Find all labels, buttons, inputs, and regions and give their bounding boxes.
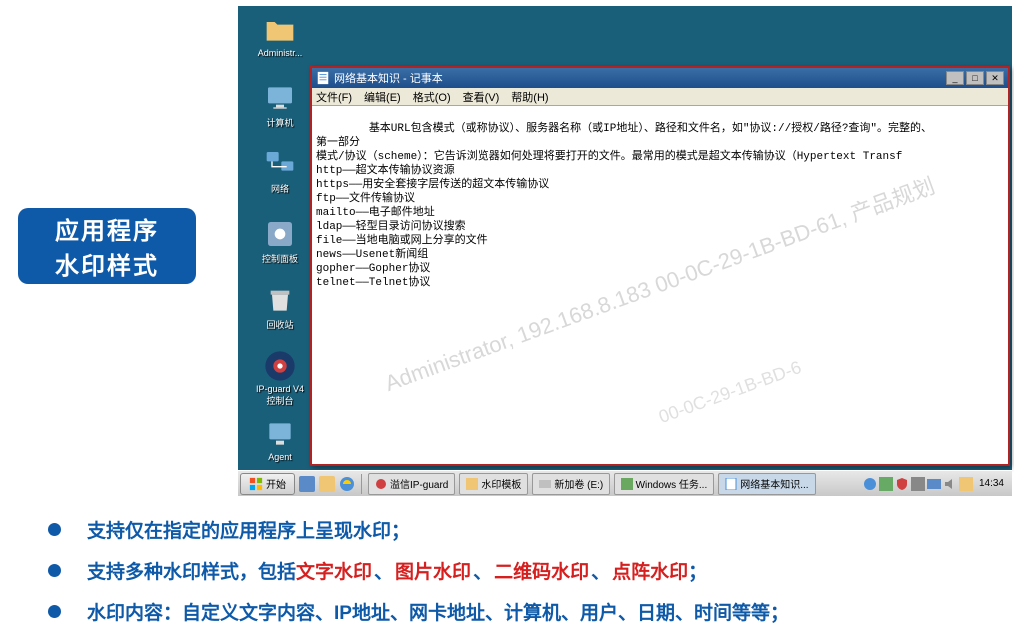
task-label: 网络基本知识... <box>740 476 808 491</box>
bullet-dot-icon <box>48 523 61 536</box>
app-icon <box>375 478 387 490</box>
desktop-icon-administrator[interactable]: Administr... <box>252 14 308 58</box>
bullet-dot-icon <box>48 605 61 618</box>
notepad-text-area[interactable]: 基本URL包含模式（或称协议）、服务器名称（或IP地址）、路径和文件名，如"协议… <box>312 106 1008 464</box>
bullet-item: 支持多种水印样式，包括文字水印、图片水印、二维码水印、点阵水印； <box>48 557 1004 584</box>
tray-icon[interactable] <box>863 477 877 491</box>
quick-launch-ie-icon[interactable] <box>339 476 355 492</box>
start-button[interactable]: 开始 <box>240 473 295 495</box>
menu-view[interactable]: 查看(V) <box>463 89 500 105</box>
icon-label: 控制面板 <box>252 252 308 265</box>
taskbar-item[interactable]: 水印模板 <box>459 473 528 495</box>
folder-icon <box>264 14 296 46</box>
app-icon <box>466 478 478 490</box>
menubar: 文件(F) 编辑(E) 格式(O) 查看(V) 帮助(H) <box>312 88 1008 106</box>
close-button[interactable]: ✕ <box>986 71 1004 85</box>
watermark-text-2: 00-0C-29-1B-BD-6 <box>657 360 803 424</box>
task-label: Windows 任务... <box>636 476 708 491</box>
taskbar-item[interactable]: 溢信IP-guard <box>368 473 455 495</box>
icon-label: Administr... <box>252 48 308 58</box>
quick-launch-icon[interactable] <box>299 476 315 492</box>
notepad-text: 基本URL包含模式（或称协议）、服务器名称（或IP地址）、路径和文件名，如"协议… <box>316 123 932 289</box>
agent-icon <box>264 418 296 450</box>
notepad-icon <box>316 71 330 85</box>
bullet-list: 支持仅在指定的应用程序上呈现水印； 支持多种水印样式，包括文字水印、图片水印、二… <box>48 516 1004 639</box>
desktop-icon-ipguard[interactable]: IP-guard V4 控制台 <box>252 350 308 407</box>
taskbar-item[interactable]: Windows 任务... <box>614 473 714 495</box>
icon-label: IP-guard V4 控制台 <box>252 384 308 407</box>
task-label: 新加卷 (E:) <box>554 476 603 491</box>
system-tray: 14:34 <box>859 477 1012 491</box>
watermark-text: Administrator, 192.168.8.183 00-0C-29-1B… <box>384 179 937 392</box>
bullet-item: 水印内容：自定义文字内容、IP地址、网卡地址、计算机、用户、日期、时间等等； <box>48 598 1004 625</box>
drive-icon <box>539 478 551 490</box>
network-icon <box>264 148 296 180</box>
quick-launch-icon[interactable] <box>319 476 335 492</box>
titlebar[interactable]: 网络基本知识 - 记事本 _ □ ✕ <box>312 68 1008 88</box>
tray-network-icon[interactable] <box>927 477 941 491</box>
bullet-text: 水印内容：自定义文字内容、IP地址、网卡地址、计算机、用户、日期、时间等等； <box>87 598 789 625</box>
desktop-icon-network[interactable]: 网络 <box>252 148 308 195</box>
task-label: 溢信IP-guard <box>390 476 448 491</box>
maximize-button[interactable]: □ <box>966 71 984 85</box>
feature-badge: 应用程序 水印样式 <box>18 208 196 284</box>
windows-logo-icon <box>249 477 263 491</box>
start-label: 开始 <box>266 476 286 491</box>
window-title: 网络基本知识 - 记事本 <box>334 70 946 86</box>
desktop-icon-recycle-bin[interactable]: 回收站 <box>252 284 308 331</box>
app-icon <box>621 478 632 490</box>
tray-icon[interactable] <box>959 477 973 491</box>
clock[interactable]: 14:34 <box>975 478 1008 489</box>
tray-volume-icon[interactable] <box>943 477 957 491</box>
menu-help[interactable]: 帮助(H) <box>511 89 548 105</box>
icon-label: 计算机 <box>252 116 308 129</box>
bullet-text: 支持仅在指定的应用程序上呈现水印； <box>87 516 410 543</box>
bullet-dot-icon <box>48 564 61 577</box>
notepad-icon <box>725 478 737 490</box>
taskbar-item-active[interactable]: 网络基本知识... <box>718 473 815 495</box>
computer-icon <box>264 82 296 114</box>
desktop-icon-control-panel[interactable]: 控制面板 <box>252 218 308 265</box>
taskbar-item[interactable]: 新加卷 (E:) <box>532 473 610 495</box>
menu-edit[interactable]: 编辑(E) <box>364 89 401 105</box>
icon-label: 回收站 <box>252 318 308 331</box>
bullet-item: 支持仅在指定的应用程序上呈现水印； <box>48 516 1004 543</box>
taskbar: 开始 溢信IP-guard 水印模板 新加卷 (E:) Windows 任务..… <box>238 470 1012 496</box>
task-label: 水印模板 <box>481 476 521 491</box>
desktop-icon-computer[interactable]: 计算机 <box>252 82 308 129</box>
icon-label: 网络 <box>252 182 308 195</box>
tray-shield-icon[interactable] <box>895 477 909 491</box>
notepad-window: 网络基本知识 - 记事本 _ □ ✕ 文件(F) 编辑(E) 格式(O) 查看(… <box>310 66 1010 466</box>
badge-line1: 应用程序 <box>55 211 159 246</box>
tray-icon[interactable] <box>911 477 925 491</box>
icon-label: Agent <box>252 452 308 462</box>
control-panel-icon <box>264 218 296 250</box>
ipguard-icon <box>264 350 296 382</box>
tray-icon[interactable] <box>879 477 893 491</box>
menu-format[interactable]: 格式(O) <box>413 89 451 105</box>
minimize-button[interactable]: _ <box>946 71 964 85</box>
badge-line2: 水印样式 <box>55 246 159 281</box>
recycle-bin-icon <box>264 284 296 316</box>
bullet-text: 支持多种水印样式，包括文字水印、图片水印、二维码水印、点阵水印； <box>87 557 707 584</box>
desktop-icon-agent[interactable]: Agent <box>252 418 308 462</box>
menu-file[interactable]: 文件(F) <box>316 89 352 105</box>
desktop: Administr... 计算机 网络 控制面板 回收站 IP-guard V4… <box>238 6 1012 496</box>
